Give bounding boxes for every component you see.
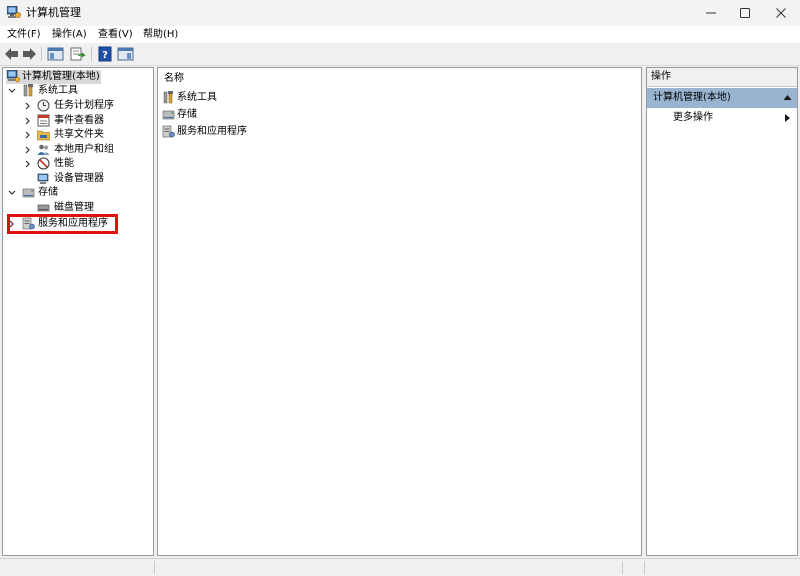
performance-icon [37, 157, 50, 170]
chevron-right-icon[interactable] [23, 99, 33, 113]
tree-item-label: 磁盘管理 [54, 202, 94, 213]
show-console-tree-icon[interactable] [47, 46, 64, 62]
tree-item-storage[interactable]: 存储 [5, 186, 145, 200]
list-item[interactable]: 服务和应用程序 [162, 124, 362, 139]
export-list-icon[interactable] [69, 46, 86, 62]
menu-file[interactable]: 文件(F) [7, 28, 41, 41]
chevron-right-icon[interactable] [23, 157, 33, 171]
users-icon [37, 144, 50, 155]
minimize-icon [706, 12, 716, 14]
window-title: 计算机管理 [26, 6, 81, 19]
column-header-name[interactable]: 名称 [164, 72, 184, 86]
shared-folder-icon [37, 130, 50, 141]
tools-icon [163, 91, 173, 104]
tree-item-label: 事件查看器 [54, 115, 104, 126]
status-separator [154, 561, 155, 574]
submenu-arrow-icon [785, 114, 790, 122]
tree-item-device-manager[interactable]: 设备管理器 [5, 172, 145, 186]
list-item[interactable]: 存储 [162, 107, 362, 122]
highlight-box [7, 214, 118, 234]
storage-icon [162, 110, 175, 120]
list-item-label: 系统工具 [177, 92, 217, 103]
storage-icon [22, 188, 35, 198]
status-bar [0, 558, 800, 576]
chevron-down-icon[interactable] [7, 186, 17, 200]
tree-item-label: 系统工具 [38, 85, 78, 96]
tree-item-shared-folders[interactable]: 共享文件夹 [5, 128, 145, 142]
computer-management-icon [7, 6, 21, 18]
event-viewer-icon [37, 114, 50, 127]
computer-management-icon [7, 70, 20, 83]
show-action-pane-icon[interactable] [117, 46, 134, 62]
services-icon [162, 125, 175, 138]
tree-item-label: 共享文件夹 [54, 129, 104, 140]
toolbar: ? [0, 43, 800, 66]
tree-item-label: 性能 [54, 158, 74, 169]
chevron-right-icon[interactable] [23, 143, 33, 157]
disk-icon [37, 204, 50, 212]
chevron-down-icon[interactable] [7, 84, 17, 98]
toolbar-separator [41, 47, 42, 61]
collapse-up-icon[interactable] [783, 94, 792, 101]
menu-help[interactable]: 帮助(H) [143, 28, 178, 41]
close-button[interactable] [764, 0, 798, 26]
tree-item-event-viewer[interactable]: 事件查看器 [5, 114, 145, 128]
title-bar: 计算机管理 [0, 0, 800, 26]
list-item-label: 服务和应用程序 [177, 126, 247, 137]
svg-text:?: ? [102, 50, 108, 61]
device-manager-icon [37, 173, 49, 184]
menu-bar: 文件(F) 操作(A) 查看(V) 帮助(H) [0, 26, 800, 43]
tree-item-disk-management[interactable]: 磁盘管理 [5, 201, 145, 215]
actions-section-computer-management[interactable]: 计算机管理(本地) [647, 88, 797, 108]
status-separator [644, 561, 645, 574]
tree-item-task-scheduler[interactable]: 任务计划程序 [5, 99, 145, 113]
back-arrow-icon[interactable] [3, 46, 20, 62]
close-icon [776, 8, 786, 18]
tree-item-label: 设备管理器 [54, 173, 104, 184]
tools-icon [23, 84, 33, 97]
tree-item-local-users[interactable]: 本地用户和组 [5, 143, 145, 157]
actions-title: 操作 [651, 71, 671, 82]
forward-arrow-icon[interactable] [21, 46, 38, 62]
toolbar-separator [91, 47, 92, 61]
actions-header: 操作 [647, 68, 797, 87]
tree-item-label: 本地用户和组 [54, 144, 114, 155]
more-actions-label: 更多操作 [673, 112, 713, 123]
tree-item-system-tools[interactable]: 系统工具 [5, 84, 145, 98]
help-icon[interactable]: ? [97, 46, 114, 62]
results-pane: 名称 系统工具 存储 服务和应用程序 [157, 67, 642, 556]
maximize-button[interactable] [728, 0, 762, 26]
list-item[interactable]: 系统工具 [162, 90, 362, 105]
tree-item-label: 任务计划程序 [54, 100, 114, 111]
maximize-icon [740, 8, 750, 18]
tree-item-label: 存储 [38, 187, 58, 198]
clock-icon [37, 99, 50, 112]
list-item-label: 存储 [177, 109, 197, 120]
more-actions-item[interactable]: 更多操作 [647, 109, 797, 127]
tree-item-root[interactable]: 计算机管理(本地) [5, 70, 145, 84]
menu-view[interactable]: 查看(V) [98, 28, 133, 41]
console-tree-pane: 计算机管理(本地) 系统工具 任务计划程序 事件查看器 共享文件夹 本地用户和组… [2, 67, 154, 556]
computer-management-window: 计算机管理 文件(F) 操作(A) 查看(V) 帮助(H) ? 计算机管理(本地… [0, 0, 800, 576]
chevron-right-icon[interactable] [23, 114, 33, 128]
tree-item-performance[interactable]: 性能 [5, 157, 145, 171]
status-separator [622, 561, 623, 574]
tree-item-label: 计算机管理(本地) [22, 71, 100, 82]
actions-section-label: 计算机管理(本地) [653, 92, 731, 103]
minimize-button[interactable] [694, 0, 728, 26]
menu-action[interactable]: 操作(A) [52, 28, 87, 41]
chevron-right-icon[interactable] [23, 128, 33, 142]
actions-pane: 操作 计算机管理(本地) 更多操作 [646, 67, 798, 556]
